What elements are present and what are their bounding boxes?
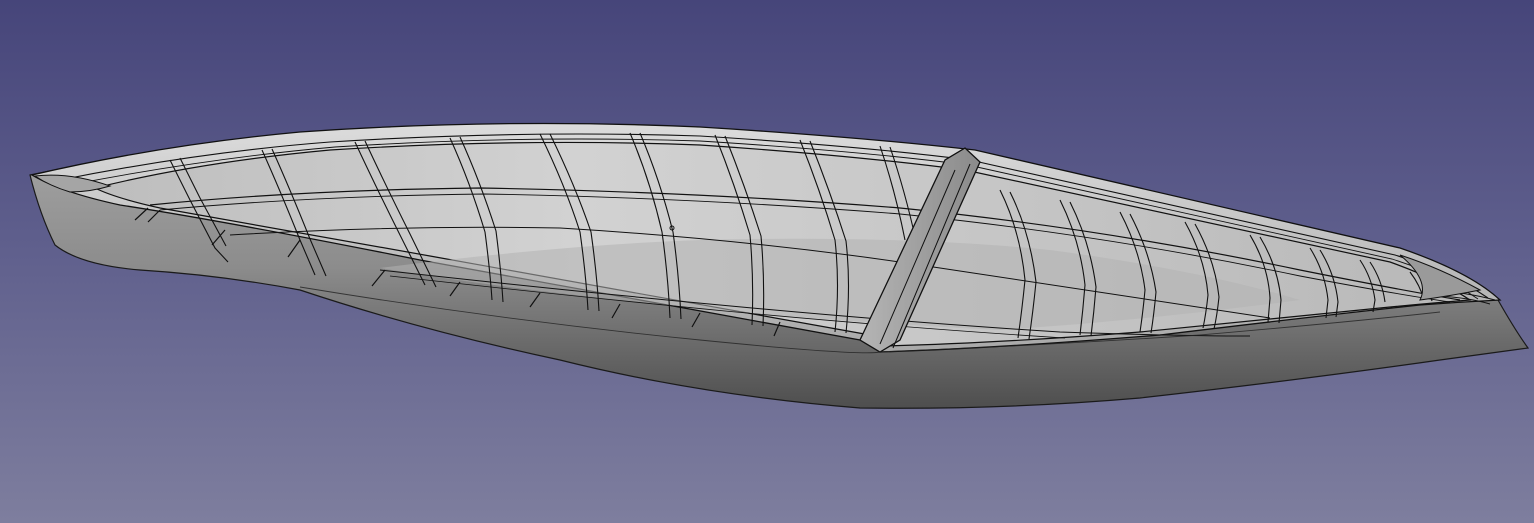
3d-viewport[interactable]	[0, 0, 1534, 523]
hull-model[interactable]	[0, 0, 1534, 523]
